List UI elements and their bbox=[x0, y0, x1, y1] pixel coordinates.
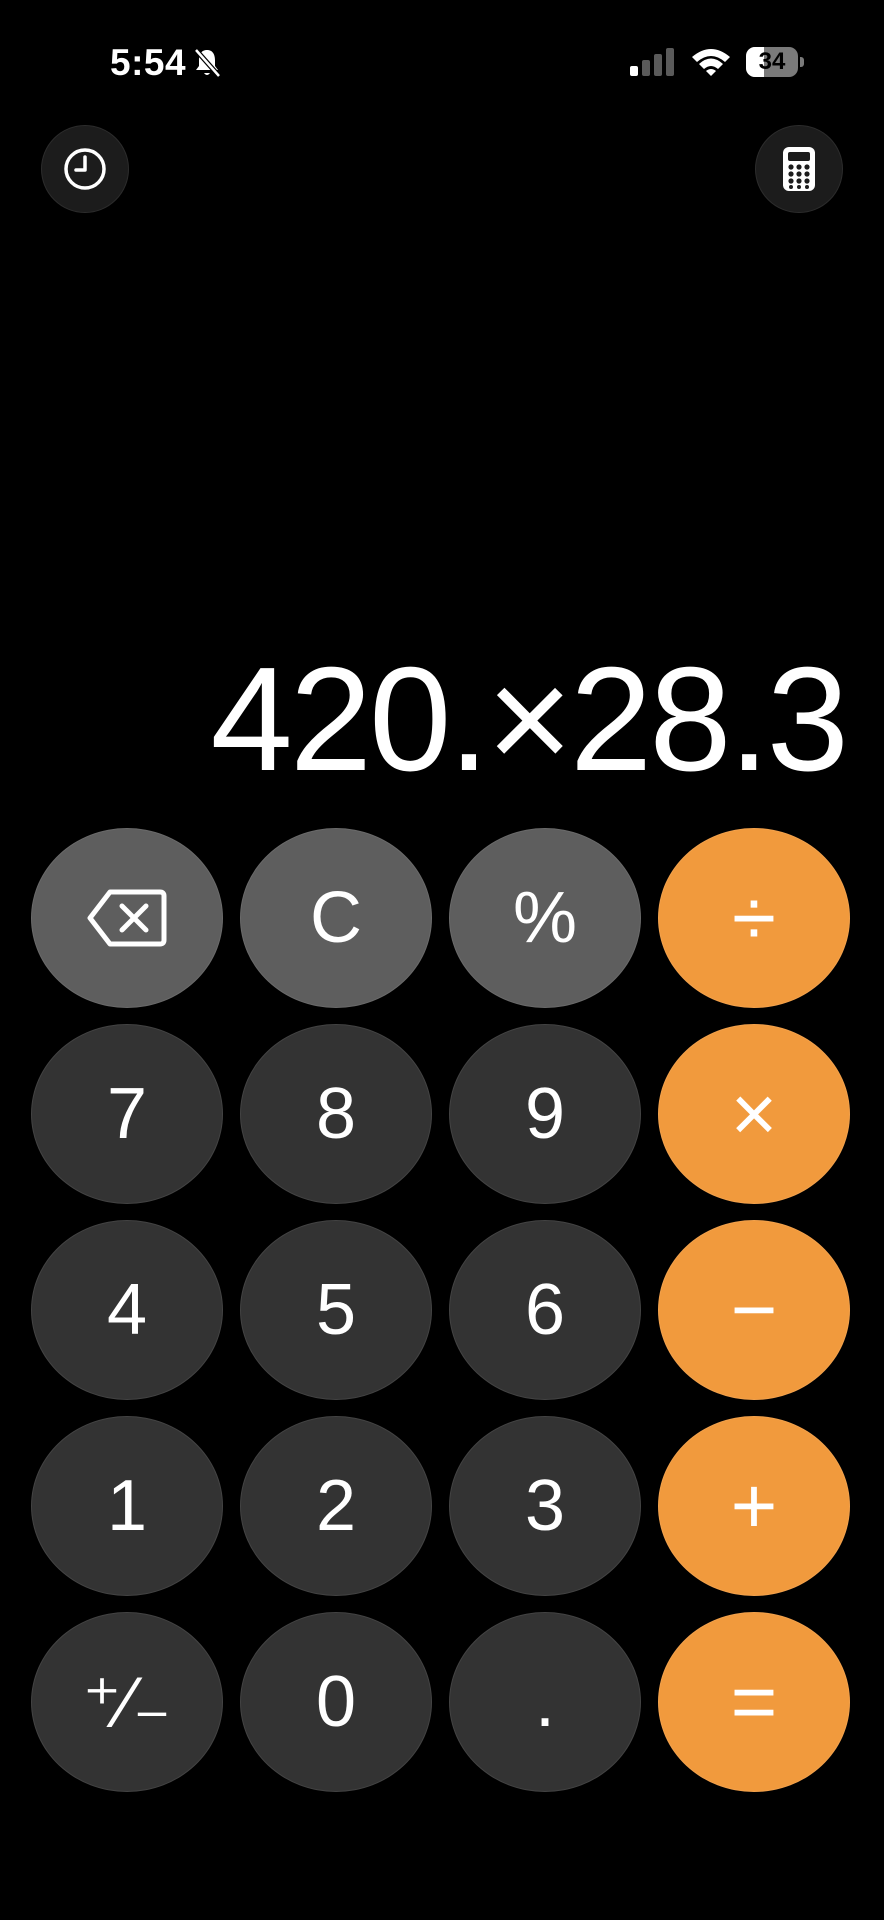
bell-slash-icon bbox=[194, 48, 221, 78]
backspace-button[interactable] bbox=[31, 828, 223, 1008]
sign-toggle-button[interactable]: ⁺∕₋ bbox=[31, 1612, 223, 1792]
calculator-icon bbox=[783, 147, 815, 191]
digit-3-button[interactable]: 3 bbox=[449, 1416, 641, 1596]
add-button[interactable]: + bbox=[658, 1416, 850, 1596]
digit-4-button[interactable]: 4 bbox=[31, 1220, 223, 1400]
keypad: C % ÷ 7 8 9 × 4 5 6 − 1 2 3 + ⁺∕₋ 0 . = bbox=[31, 828, 853, 1792]
subtract-button[interactable]: − bbox=[658, 1220, 850, 1400]
digit-2-button[interactable]: 2 bbox=[240, 1416, 432, 1596]
status-left: 5:54 bbox=[110, 42, 222, 84]
digit-9-button[interactable]: 9 bbox=[449, 1024, 641, 1204]
digit-5-button[interactable]: 5 bbox=[240, 1220, 432, 1400]
battery-level: 34 bbox=[758, 48, 786, 75]
decimal-button[interactable]: . bbox=[449, 1612, 641, 1792]
digit-8-button[interactable]: 8 bbox=[240, 1024, 432, 1204]
clock-icon bbox=[64, 148, 106, 190]
equals-button[interactable]: = bbox=[658, 1612, 850, 1792]
battery-icon: 34 bbox=[746, 47, 804, 77]
status-right: 34 bbox=[628, 46, 804, 78]
divide-button[interactable]: ÷ bbox=[658, 828, 850, 1008]
digit-0-button[interactable]: 0 bbox=[240, 1612, 432, 1792]
digit-6-button[interactable]: 6 bbox=[449, 1220, 641, 1400]
clear-button[interactable]: C bbox=[240, 828, 432, 1008]
signal-icon bbox=[630, 48, 674, 76]
status-bar: 5:54 34 bbox=[0, 0, 884, 130]
percent-button[interactable]: % bbox=[449, 828, 641, 1008]
backspace-icon bbox=[87, 889, 167, 947]
calculator-display: 420.×28.3 bbox=[210, 637, 849, 802]
history-button[interactable] bbox=[41, 125, 129, 213]
multiply-button[interactable]: × bbox=[658, 1024, 850, 1204]
wifi-icon bbox=[692, 49, 730, 76]
digit-1-button[interactable]: 1 bbox=[31, 1416, 223, 1596]
digit-7-button[interactable]: 7 bbox=[31, 1024, 223, 1204]
calculator-mode-button[interactable] bbox=[755, 125, 843, 213]
status-time: 5:54 bbox=[110, 42, 187, 83]
